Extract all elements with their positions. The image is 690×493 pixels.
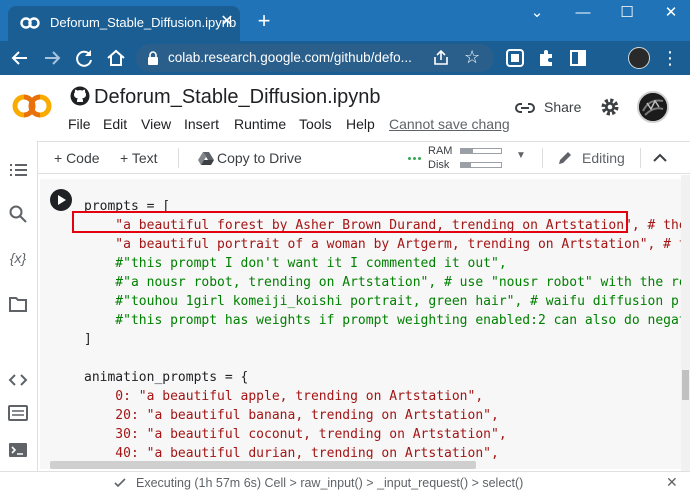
code-editor[interactable]: prompts = [ "a beautiful forest by Asher… [84, 197, 684, 459]
code-line: 40: "a beautiful durian, trending on Art… [84, 446, 499, 459]
tab-close-icon[interactable]: ✕ [218, 13, 236, 31]
code-line: ] [84, 332, 92, 347]
forward-icon[interactable] [40, 46, 64, 70]
lock-icon [148, 51, 158, 65]
github-icon [70, 86, 90, 106]
bookmark-star-icon[interactable]: ☆ [464, 47, 480, 67]
extensions-puzzle-icon[interactable] [536, 48, 556, 68]
execution-status: Executing (1h 57m 6s) Cell > raw_input()… [136, 476, 524, 490]
colab-favicon-icon [20, 17, 40, 29]
code-line: animation_prompts = { [84, 370, 249, 385]
avatar[interactable] [637, 91, 669, 123]
maximize-button[interactable]: ☐ [612, 2, 642, 26]
notebook-title[interactable]: Deforum_Stable_Diffusion.ipynb [94, 86, 380, 109]
colab-logo[interactable] [10, 92, 54, 120]
browser-tab[interactable]: Deforum_Stable_Diffusion.ipynb ✕ [8, 6, 240, 41]
browser-titlebar: Deforum_Stable_Diffusion.ipynb ✕ + ⌄ — ☐… [0, 0, 690, 41]
vertical-scroll-thumb[interactable] [682, 370, 689, 400]
avatar-graphic-icon [639, 93, 667, 121]
disk-label: Disk [428, 159, 450, 171]
address-bar[interactable]: colab.research.google.com/github/defo...… [136, 44, 494, 72]
play-icon [58, 195, 66, 205]
search-icon[interactable] [7, 203, 29, 225]
menu-view[interactable]: View [141, 116, 171, 132]
table-of-contents-icon[interactable] [7, 159, 29, 181]
side-rail: {x} [0, 141, 38, 471]
ram-bar [460, 148, 502, 154]
files-icon[interactable] [7, 293, 29, 315]
ram-fill [461, 149, 473, 153]
toolbar-divider [640, 148, 641, 168]
code-line: #"a nousr robot, trending on Artstation"… [84, 275, 684, 290]
browser-profile-avatar[interactable] [628, 47, 650, 69]
variables-icon[interactable]: {x} [7, 247, 29, 269]
code-line: 20: "a beautiful banana, trending on Art… [84, 408, 499, 423]
notebook-toolbar: + Code + Text Copy to Drive RAM Disk ▼ E… [38, 141, 690, 174]
drive-icon [198, 152, 214, 165]
chevron-down-icon[interactable]: ▼ [516, 150, 526, 161]
extension-icon[interactable] [505, 48, 525, 68]
menu-insert[interactable]: Insert [184, 116, 219, 132]
share-page-icon[interactable] [432, 49, 450, 67]
check-icon [114, 478, 126, 488]
code-line: #"this prompt has weights if prompt weig… [84, 313, 684, 328]
menu-help[interactable]: Help [346, 116, 375, 132]
editing-mode-button[interactable]: Editing [582, 150, 625, 166]
horizontal-scrollbar[interactable] [50, 461, 476, 469]
code-line: 30: "a beautiful coconut, trending on Ar… [84, 427, 507, 442]
run-cell-button[interactable] [50, 189, 72, 211]
url-text: colab.research.google.com/github/defo... [168, 50, 412, 65]
disk-bar [460, 162, 502, 168]
code-snippets-icon[interactable] [7, 369, 29, 391]
home-icon[interactable] [104, 46, 128, 70]
highlight-annotation [72, 211, 628, 233]
close-window-button[interactable]: ✕ [656, 2, 686, 26]
toolbar-divider [178, 148, 179, 168]
command-palette-icon[interactable] [7, 402, 29, 424]
menu-file[interactable]: File [68, 116, 91, 132]
code-line: #"touhou 1girl komeiji_koishi portrait, … [84, 294, 684, 309]
add-text-button[interactable]: + Text [120, 150, 158, 166]
browser-toolbar: colab.research.google.com/github/defo...… [0, 41, 690, 75]
new-tab-button[interactable]: + [252, 10, 276, 34]
chevron-up-icon[interactable] [652, 151, 668, 165]
status-dot [408, 157, 411, 160]
terminal-icon[interactable] [7, 439, 29, 461]
status-dot [418, 157, 421, 160]
pencil-icon [559, 152, 571, 164]
menu-runtime[interactable]: Runtime [234, 116, 286, 132]
ram-disk-indicator[interactable]: RAM Disk ▼ [406, 144, 526, 172]
add-code-button[interactable]: + Code [54, 150, 100, 166]
status-close-icon[interactable]: ✕ [666, 474, 678, 491]
vertical-scrollbar[interactable] [681, 175, 690, 471]
code-line: #"this prompt I don't want it I commente… [84, 256, 507, 271]
menu-tools[interactable]: Tools [299, 116, 332, 132]
ram-label: RAM [428, 145, 453, 157]
cannot-save-notice[interactable]: Cannot save chang [389, 116, 510, 132]
reading-list-icon[interactable] [568, 48, 588, 68]
status-bar: Executing (1h 57m 6s) Cell > raw_input()… [0, 471, 690, 493]
disk-fill [461, 163, 471, 167]
minimize-button[interactable]: — [568, 2, 598, 26]
tab-title: Deforum_Stable_Diffusion.ipynb [50, 15, 237, 30]
toolbar-divider [542, 148, 543, 168]
code-line: "a beautiful portrait of a woman by Artg… [84, 237, 684, 252]
code-line: 0: "a beautiful apple, trending on Artst… [84, 389, 484, 404]
status-dot [413, 157, 416, 160]
tab-search-icon[interactable]: ⌄ [522, 2, 552, 26]
reload-icon[interactable] [72, 46, 96, 70]
copy-to-drive-button[interactable]: Copy to Drive [217, 150, 302, 166]
browser-menu-icon[interactable]: ⋮ [660, 46, 680, 70]
menu-edit[interactable]: Edit [103, 116, 127, 132]
link-share-icon [515, 103, 535, 113]
back-icon[interactable] [8, 46, 32, 70]
share-label: Share [544, 99, 582, 115]
gear-icon[interactable] [599, 96, 621, 118]
